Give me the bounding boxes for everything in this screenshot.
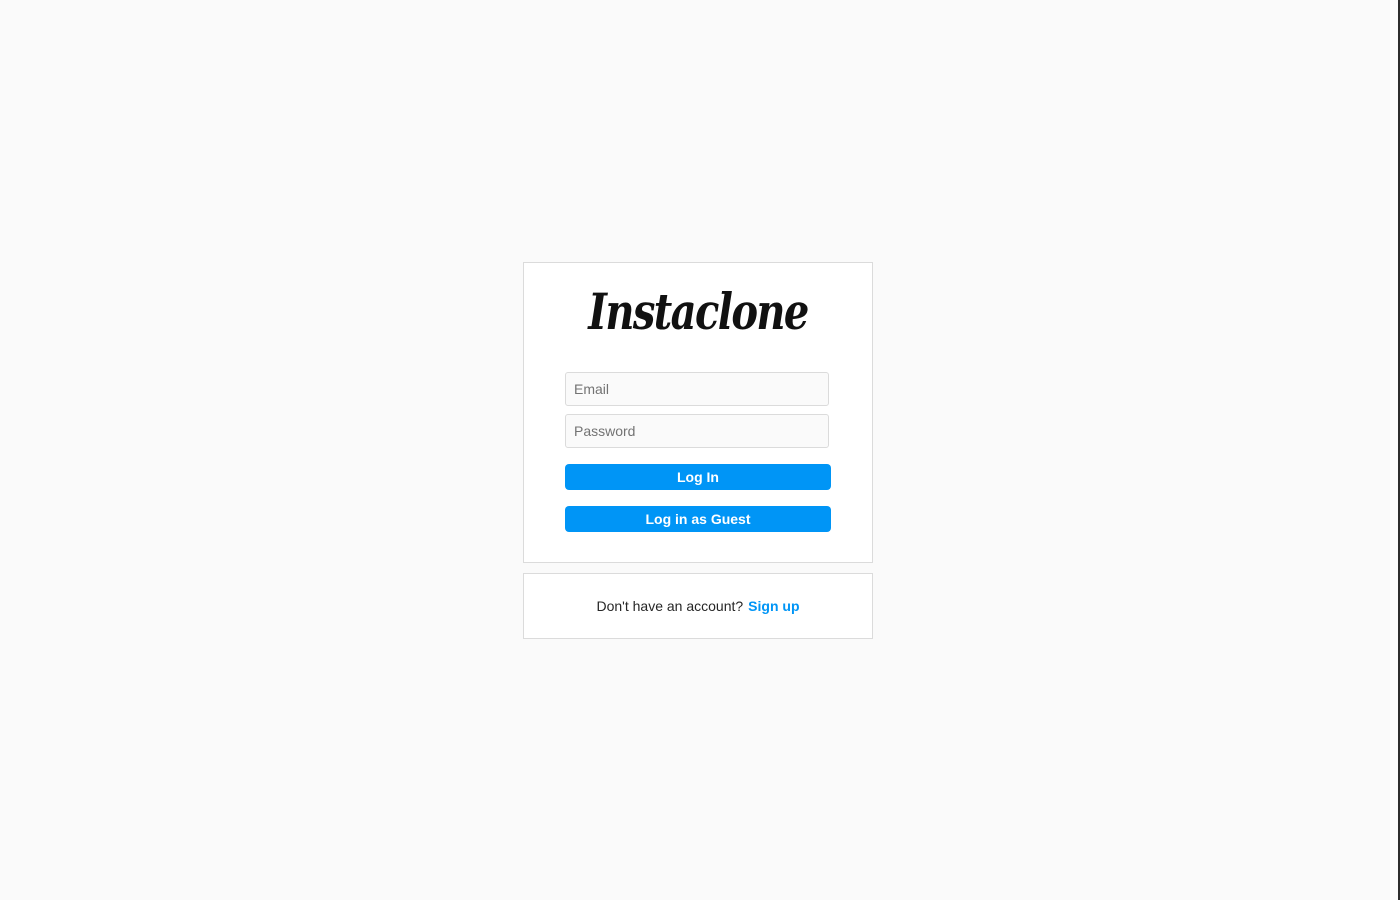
password-field[interactable] (565, 414, 829, 448)
guest-login-button[interactable]: Log in as Guest (565, 506, 831, 532)
login-card: Instaclone Log In Log in as Guest (523, 262, 873, 563)
email-field[interactable] (565, 372, 829, 406)
signup-link[interactable]: Sign up (748, 598, 799, 614)
login-button[interactable]: Log In (565, 464, 831, 490)
app-logo: Instaclone (588, 282, 809, 341)
signup-prompt: Don't have an account? (596, 598, 744, 614)
signup-card: Don't have an account? Sign up (523, 573, 873, 639)
